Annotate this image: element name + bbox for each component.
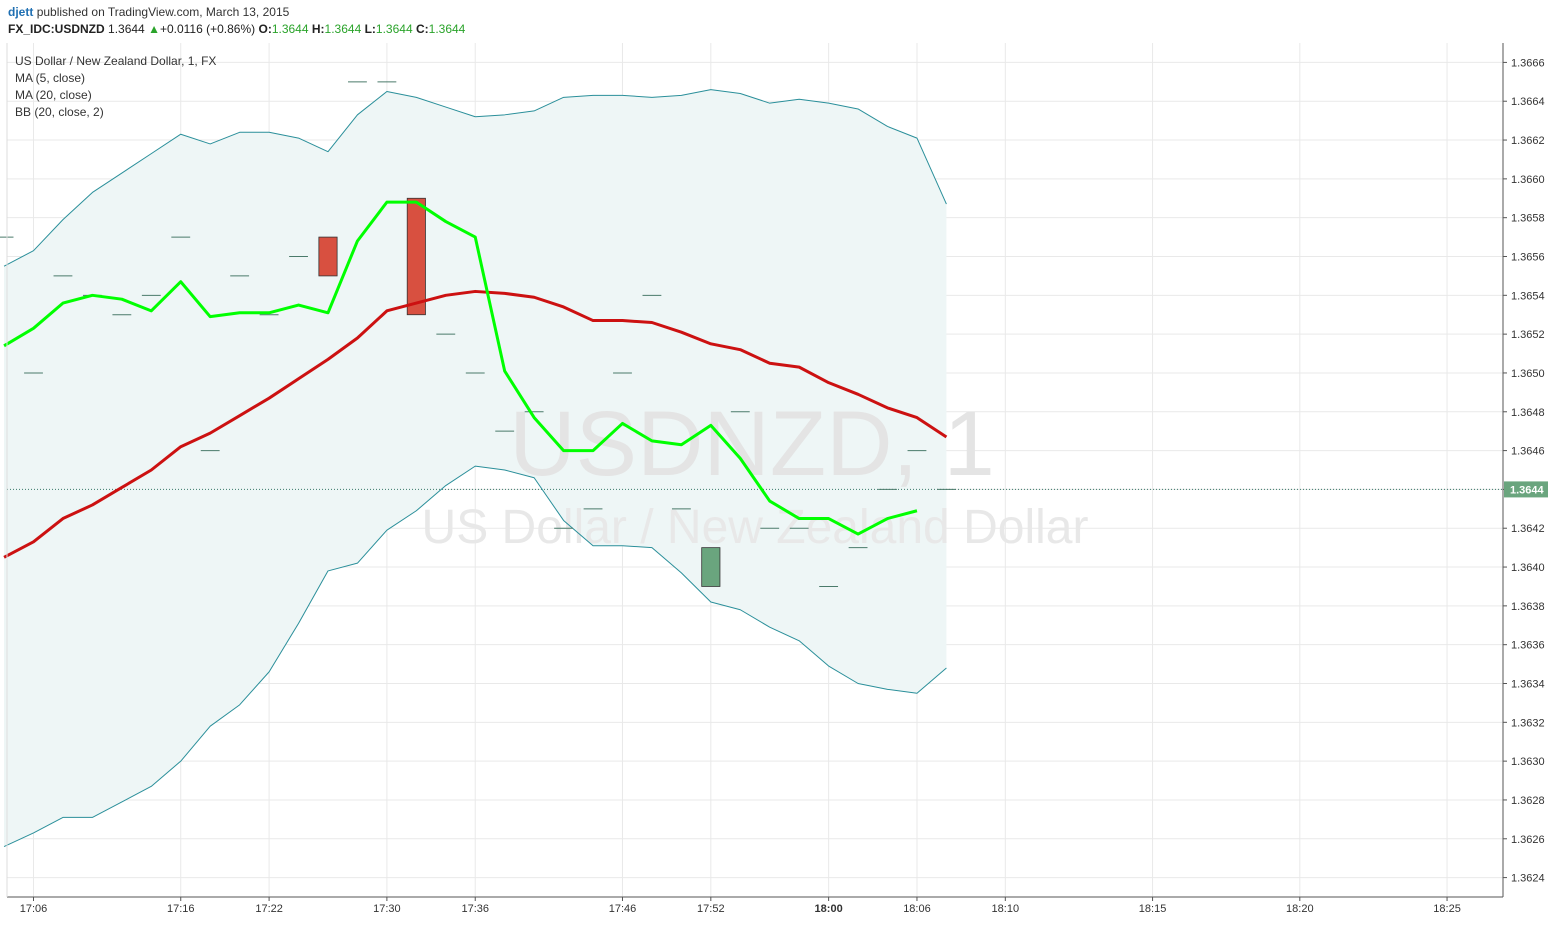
author-link[interactable]: djett <box>8 5 33 19</box>
open-value: 1.3644 <box>271 22 309 36</box>
x-tick-label-3: 17:30 <box>373 903 401 915</box>
low-value: 1.3644 <box>375 22 413 36</box>
x-tick-label-2: 17:22 <box>255 903 283 915</box>
time-axis[interactable]: 17:06 17:16 17:22 17:30 17:36 17:46 17:52 18:00… <box>20 897 1461 915</box>
publish-info: djett published on TradingView.com, Marc… <box>8 5 289 19</box>
watermark: USDNZD, 1 US Dollar / New Zealand Dollar <box>422 393 1089 554</box>
y-tick-label-5: 1.3634 <box>1511 679 1545 691</box>
price-tag-text: 1.3644 <box>1510 484 1545 496</box>
x-tick-label-4: 17:36 <box>461 903 489 915</box>
y-tick-label-7: 1.3638 <box>1511 601 1545 613</box>
y-tick-label-3: 1.3630 <box>1511 756 1545 768</box>
y-tick-label-20: 1.3664 <box>1511 96 1545 108</box>
x-tick-label-7: 18:00 <box>815 903 843 915</box>
x-tick-label-12: 18:25 <box>1433 903 1461 915</box>
x-tick-label-11: 18:20 <box>1286 903 1314 915</box>
x-tick-label-8: 18:06 <box>903 903 931 915</box>
y-tick-label-19: 1.3662 <box>1511 135 1545 147</box>
y-tick-label-17: 1.3658 <box>1511 213 1545 225</box>
candle-24 <box>701 547 721 587</box>
y-tick-label-4: 1.3632 <box>1511 717 1545 729</box>
price-chart[interactable]: USDNZD, 1 US Dollar / New Zealand Dollar… <box>0 0 1556 926</box>
y-tick-label-9: 1.3642 <box>1511 523 1545 535</box>
y-tick-label-16: 1.3656 <box>1511 252 1545 264</box>
y-tick-label-15: 1.3654 <box>1511 290 1545 302</box>
y-tick-label-8: 1.3640 <box>1511 562 1545 574</box>
y-tick-label-14: 1.3652 <box>1511 329 1545 341</box>
y-tick-label-0: 1.3624 <box>1511 873 1545 885</box>
price-change: +0.0116 (+0.86%) <box>159 22 256 36</box>
legend-ma20[interactable]: MA (20, close) <box>15 87 216 104</box>
low-label: L: <box>364 22 376 36</box>
x-tick-label-0: 17:06 <box>20 903 48 915</box>
symbol-summary: FX_IDC:USDNZD 1.3644 ▲+0.0116 (+0.86%) O… <box>8 22 465 36</box>
close-value: 1.3644 <box>428 22 466 36</box>
x-tick-label-5: 17:46 <box>609 903 637 915</box>
y-tick-label-12: 1.3648 <box>1511 407 1545 419</box>
symbol-name: FX_IDC:USDNZD <box>8 22 105 36</box>
watermark-symbol: USDNZD, 1 <box>509 393 995 495</box>
candle-14 <box>406 197 426 316</box>
x-tick-label-6: 17:52 <box>697 903 725 915</box>
legend-bb[interactable]: BB (20, close, 2) <box>15 104 216 121</box>
legend-title[interactable]: US Dollar / New Zealand Dollar, 1, FX <box>15 53 216 70</box>
chart-legend: US Dollar / New Zealand Dollar, 1, FX MA… <box>15 53 216 121</box>
watermark-description: US Dollar / New Zealand Dollar <box>422 501 1089 554</box>
publish-text: published on TradingView.com, March 13, … <box>36 5 290 19</box>
high-label: H: <box>311 22 325 36</box>
price-axis[interactable]: 1.3624 1.3626 1.3628 1.3630 1.3632 1.3634 1.36… <box>1503 57 1545 885</box>
high-value: 1.3644 <box>324 22 362 36</box>
candle-11 <box>318 236 338 277</box>
y-tick-label-21: 1.3666 <box>1511 57 1545 69</box>
y-tick-label-6: 1.3636 <box>1511 640 1545 652</box>
close-label: C: <box>415 22 429 36</box>
x-tick-label-9: 18:10 <box>992 903 1020 915</box>
x-tick-label-10: 18:15 <box>1139 903 1167 915</box>
open-label: O: <box>258 22 272 36</box>
up-arrow-icon: ▲ <box>148 22 160 36</box>
y-tick-label-1: 1.3626 <box>1511 834 1545 846</box>
y-tick-label-11: 1.3646 <box>1511 446 1545 458</box>
last-price-tag: 1.3644 <box>1504 481 1548 498</box>
legend-ma5[interactable]: MA (5, close) <box>15 70 216 87</box>
last-price: 1.3644 <box>108 22 145 36</box>
x-tick-label-1: 17:16 <box>167 903 195 915</box>
y-tick-label-2: 1.3628 <box>1511 795 1545 807</box>
y-tick-label-18: 1.3660 <box>1511 174 1545 186</box>
y-tick-label-13: 1.3650 <box>1511 368 1545 380</box>
